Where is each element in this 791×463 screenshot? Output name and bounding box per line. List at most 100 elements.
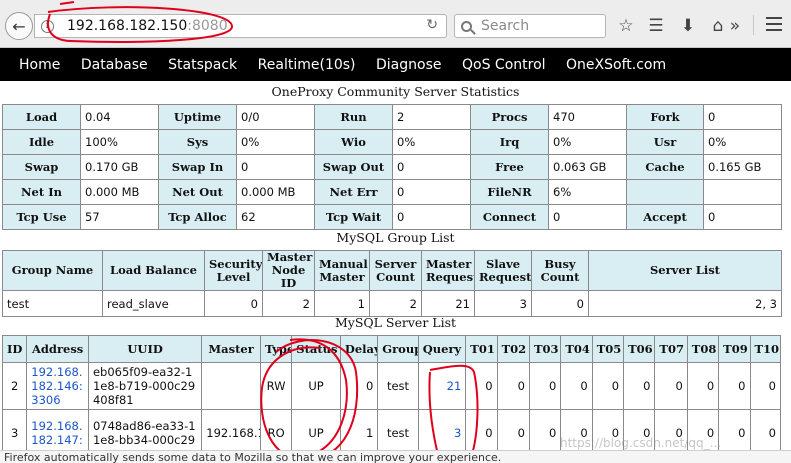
group-header: Slave Request bbox=[474, 250, 532, 291]
search-input[interactable]: Search bbox=[454, 14, 606, 38]
stats-table: Load 0.04 Uptime 0/0 Run 2 Procs 470 Fork 0 Idle 10… bbox=[2, 104, 782, 230]
server-cell bbox=[201, 362, 261, 410]
watermark: https://blog.csdn.net/qq_... bbox=[560, 436, 722, 450]
bookmark-star-icon[interactable]: ☆ bbox=[613, 13, 639, 39]
server-cell: eb065f09-ea32-11e8-b719-000c29408f81 bbox=[87, 362, 203, 410]
stats-value: 0.165 GB bbox=[703, 154, 782, 180]
stats-label: Sys bbox=[158, 129, 237, 155]
back-arrow-icon: ← bbox=[12, 16, 26, 36]
stats-value: 0 bbox=[392, 204, 471, 230]
stats-value: 0.04 bbox=[80, 104, 159, 130]
stats-value: 0 bbox=[236, 154, 315, 180]
stats-value: 0% bbox=[392, 129, 471, 155]
stats-value: 0.000 MB bbox=[80, 179, 159, 205]
stats-label: Procs bbox=[470, 104, 549, 130]
stats-label: Tcp Alloc bbox=[158, 204, 237, 230]
hamburger-menu-icon[interactable] bbox=[766, 17, 782, 31]
stats-label: Net Out bbox=[158, 179, 237, 205]
nav-link-realtime-10s[interactable]: Realtime(10s) bbox=[258, 57, 356, 73]
search-icon bbox=[461, 20, 472, 32]
search-placeholder: Search bbox=[481, 18, 530, 34]
group-cell: 3 bbox=[474, 290, 532, 317]
group-header: Server List bbox=[588, 250, 782, 291]
stats-label: Idle bbox=[2, 129, 81, 155]
nav-link-diagnose[interactable]: Diagnose bbox=[376, 57, 441, 73]
reading-list-icon[interactable]: ☰ bbox=[643, 13, 669, 39]
stats-label: Tcp Wait bbox=[314, 204, 393, 230]
server-cell: 0 bbox=[623, 362, 656, 410]
group-header: Load Balance bbox=[102, 250, 205, 291]
stats-value: 0/0 bbox=[236, 104, 315, 130]
reload-icon[interactable]: ↻ bbox=[426, 17, 438, 33]
stats-label: Swap In bbox=[158, 154, 237, 180]
stats-label: Run bbox=[314, 104, 393, 130]
stats-label: Accept bbox=[626, 204, 704, 230]
nav-link-onexsoft-com[interactable]: OneXSoft.com bbox=[566, 57, 666, 73]
server-cell: 0 bbox=[560, 362, 593, 410]
group-table: Group Name Load Balance Security Level Mast… bbox=[2, 250, 782, 317]
server-cell: 0 bbox=[496, 362, 530, 410]
url-bar[interactable]: i 192.168.182.150:8080 ↻ bbox=[34, 14, 447, 38]
server-header: T05 bbox=[591, 335, 625, 363]
server-cell: 0 bbox=[591, 362, 625, 410]
server-cell: RW bbox=[259, 362, 293, 410]
server-cell: 0 bbox=[528, 362, 562, 410]
group-cell: 2 bbox=[262, 290, 315, 317]
server-header: Group bbox=[377, 335, 419, 363]
stats-label: Swap bbox=[2, 154, 81, 180]
stats-label: Net Err bbox=[314, 179, 393, 205]
download-icon[interactable]: ⬇ bbox=[675, 13, 701, 39]
server-header: ID bbox=[1, 335, 28, 363]
server-header: T08 bbox=[686, 335, 720, 363]
server-header: Status bbox=[291, 335, 341, 363]
server-header: T10 bbox=[749, 335, 781, 363]
overflow-chevron-icon[interactable]: » bbox=[722, 13, 748, 39]
server-cell: 0 bbox=[686, 362, 720, 410]
nav-link-home[interactable]: Home bbox=[19, 57, 60, 73]
stats-value: 62 bbox=[236, 204, 315, 230]
stats-value: 0.063 GB bbox=[548, 154, 627, 180]
stats-value: 0% bbox=[236, 129, 315, 155]
url-host: 192.168.182.150 bbox=[67, 18, 188, 34]
server-cell: 0 bbox=[718, 362, 751, 410]
server-address-link[interactable]: 192.168.182.146:3306 bbox=[26, 362, 89, 410]
stats-value: 0.000 MB bbox=[236, 179, 315, 205]
browser-toolbar: ← i 192.168.182.150:8080 ↻ Search ☆ ☰ ⬇ … bbox=[0, 0, 791, 48]
server-cell: 0 bbox=[654, 362, 688, 410]
nav-link-database[interactable]: Database bbox=[81, 57, 148, 73]
stats-label: Swap Out bbox=[314, 154, 393, 180]
stats-value bbox=[703, 179, 782, 205]
server-cell: 0 bbox=[465, 362, 498, 410]
group-header: Manual Master bbox=[314, 250, 370, 291]
back-button[interactable]: ← bbox=[5, 12, 33, 40]
stats-value: 100% bbox=[80, 129, 159, 155]
server-header: T04 bbox=[560, 335, 593, 363]
nav-link-statspack[interactable]: Statspack bbox=[168, 57, 237, 73]
stats-row: Idle 100% Sys 0% Wio 0% Irq 0% Usr 0% bbox=[2, 129, 782, 155]
stats-label: Wio bbox=[314, 129, 393, 155]
toolbar-separator bbox=[753, 15, 754, 35]
server-cell: 2 bbox=[1, 362, 28, 410]
stats-label: FileNR bbox=[470, 179, 549, 205]
group-cell: read_slave bbox=[102, 290, 205, 317]
stats-title: OneProxy Community Server Statistics bbox=[271, 84, 520, 99]
notification-bar: Firefox automatically sends some data to… bbox=[0, 450, 791, 463]
group-cell: test bbox=[2, 290, 103, 317]
group-header: Group Name bbox=[2, 250, 103, 291]
stats-value: 0% bbox=[703, 129, 782, 155]
group-header: Security Level bbox=[204, 250, 263, 291]
stats-value: 2 bbox=[392, 104, 471, 130]
info-icon[interactable]: i bbox=[41, 19, 54, 33]
group-cell: 0 bbox=[531, 290, 589, 317]
server-header: T06 bbox=[623, 335, 656, 363]
server-header: T01 bbox=[465, 335, 498, 363]
server-header: T07 bbox=[654, 335, 688, 363]
group-header: Master Node ID bbox=[262, 250, 315, 291]
stats-label: Net In bbox=[2, 179, 81, 205]
stats-label: Tcp Use bbox=[2, 204, 81, 230]
stats-label bbox=[626, 179, 704, 205]
server-title: MySQL Server List bbox=[334, 315, 457, 330]
server-query-link[interactable]: 21 bbox=[417, 362, 467, 410]
stats-value: 0 bbox=[703, 104, 782, 130]
nav-link-qos-control[interactable]: QoS Control bbox=[462, 57, 546, 73]
